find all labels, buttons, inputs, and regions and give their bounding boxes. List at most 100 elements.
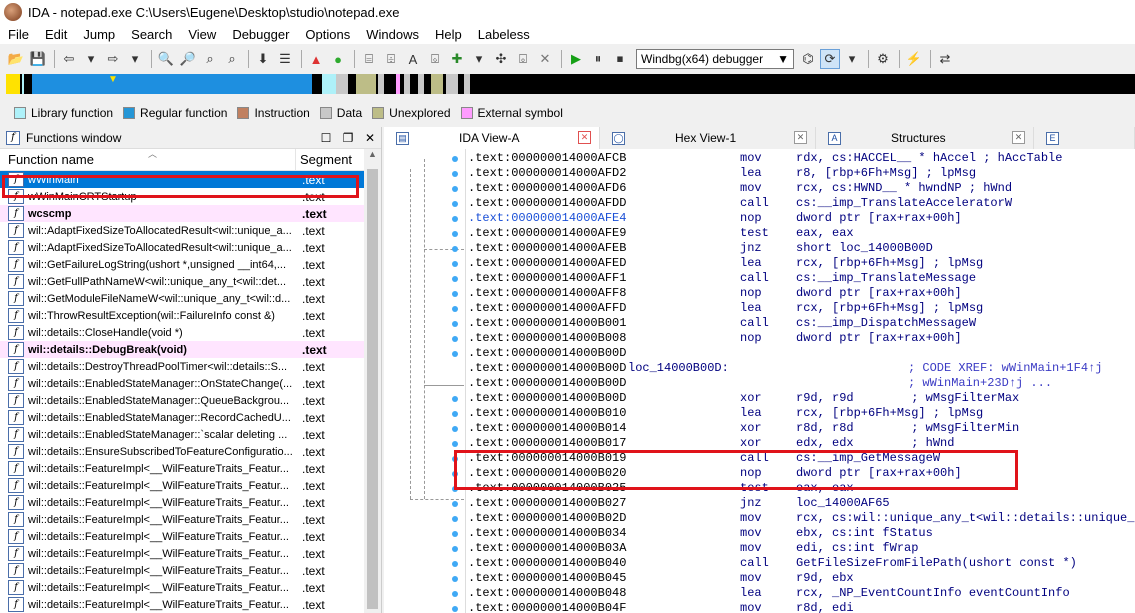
- scroll-up-icon[interactable]: ▲: [364, 149, 381, 166]
- code-line[interactable]: .text:000000014000AFE4 nop dword ptr [rax+…: [468, 211, 962, 226]
- function-row[interactable]: f wil::details::FeatureImpl<__WilFeatureT…: [0, 494, 381, 511]
- breakpoint-dot[interactable]: [452, 501, 458, 507]
- close-icon[interactable]: ✕: [359, 131, 381, 145]
- code-line[interactable]: .text:000000014000AFE9 test eax, eax: [468, 226, 854, 241]
- column-segment[interactable]: Segment: [296, 152, 358, 167]
- function-row[interactable]: f wil::GetFullPathNameW<wil::unique_any_t…: [0, 273, 381, 290]
- function-row[interactable]: f wil::details::FeatureImpl<__WilFeatureT…: [0, 562, 381, 579]
- add-dropdown-icon[interactable]: ▾: [469, 49, 489, 69]
- breakpoint-dot[interactable]: [452, 606, 458, 612]
- function-row[interactable]: f wil::details::EnabledStateManager::`sca…: [0, 426, 381, 443]
- breakpoint-dot[interactable]: [452, 291, 458, 297]
- function-row[interactable]: f wil::details::FeatureImpl<__WilFeatureT…: [0, 579, 381, 596]
- pause-icon[interactable]: ⏸: [588, 49, 608, 69]
- jump-list-icon[interactable]: ☰: [275, 49, 295, 69]
- breakpoint-dot[interactable]: [452, 186, 458, 192]
- breakpoint-dot[interactable]: [452, 306, 458, 312]
- code-line[interactable]: .text:000000014000AFCB mov rdx, cs:HACCEL_…: [468, 151, 1062, 166]
- back-dropdown-icon[interactable]: ▾: [81, 49, 101, 69]
- code-line[interactable]: .text:000000014000B03A mov edi, cs:int fWr…: [468, 541, 918, 556]
- code-line[interactable]: .text:000000014000B04F mov r8d, edi: [468, 601, 854, 613]
- code-line[interactable]: .text:000000014000B00D xor r9d, r9d ; wMsg…: [468, 391, 1019, 406]
- function-row[interactable]: f wil::details::DebugBreak(void) .text: [0, 341, 381, 358]
- sync-icon[interactable]: ⇄: [935, 49, 955, 69]
- breakpoint-dot[interactable]: [452, 276, 458, 282]
- node-icon[interactable]: ✣: [491, 49, 511, 69]
- code-line[interactable]: .text:000000014000B045 mov r9d, ebx: [468, 571, 854, 586]
- scroll-thumb[interactable]: [367, 169, 378, 609]
- search-text-icon[interactable]: 🔎: [178, 49, 198, 69]
- function-row[interactable]: f wcscmp .text: [0, 205, 381, 222]
- code-line[interactable]: .text:000000014000B02D mov rcx, cs:wil::un…: [468, 511, 1135, 526]
- function-row[interactable]: f wil::details::DestroyThreadPoolTimer<wi…: [0, 358, 381, 375]
- code-line[interactable]: .text:000000014000B001 call cs:__imp_Dispa…: [468, 316, 976, 331]
- tab-hex-view-1[interactable]: ◯ Hex View-1 ✕: [600, 127, 816, 149]
- breakpoint-dot[interactable]: [452, 216, 458, 222]
- close-icon[interactable]: ✕: [794, 131, 807, 144]
- navigation-band[interactable]: [6, 74, 1135, 94]
- add-icon[interactable]: ✚: [447, 49, 467, 69]
- function-row[interactable]: f wil::details::FeatureImpl<__WilFeatureT…: [0, 460, 381, 477]
- function-row[interactable]: f wil::details::EnabledStateManager::Reco…: [0, 409, 381, 426]
- ida-view-disassembly[interactable]: .text:000000014000AFCB mov rdx, cs:HACCEL_…: [384, 149, 1135, 613]
- breakpoint-dot[interactable]: [452, 246, 458, 252]
- breakpoint-dot[interactable]: [452, 531, 458, 537]
- function-row[interactable]: f wil::GetModuleFileNameW<wil::unique_any…: [0, 290, 381, 307]
- breakpoint-dot[interactable]: [452, 441, 458, 447]
- restore-icon[interactable]: ❐: [337, 131, 359, 145]
- gear-icon[interactable]: ⚙: [873, 49, 893, 69]
- tab-ida-view-a[interactable]: ▤ IDA View-A ✕: [384, 127, 600, 149]
- code-line[interactable]: .text:000000014000AFFD lea rcx, [rbp+6Fh+M…: [468, 301, 983, 316]
- breakpoint-dot[interactable]: [452, 426, 458, 432]
- code-line[interactable]: .text:000000014000B048 lea rcx, _NP_EventC…: [468, 586, 1070, 601]
- code-line[interactable]: .text:000000014000B027 jnz loc_14000AF65: [468, 496, 890, 511]
- breakpoint-dot[interactable]: [452, 411, 458, 417]
- search-immediate-icon[interactable]: ⌕: [200, 49, 220, 69]
- code-line[interactable]: .text:000000014000B014 xor r8d, r8d ; wMsg…: [468, 421, 1019, 436]
- function-row[interactable]: f wil::ThrowResultException(wil::FailureI…: [0, 307, 381, 324]
- warning-icon[interactable]: ▲: [306, 49, 326, 69]
- code-line[interactable]: .text:000000014000AFED lea rcx, [rbp+6Fh+M…: [468, 256, 983, 271]
- menu-debugger[interactable]: Debugger: [224, 27, 297, 42]
- breakpoint-dot[interactable]: [452, 591, 458, 597]
- function-row[interactable]: f wil::details::EnabledStateManager::OnSt…: [0, 375, 381, 392]
- breakpoint-dot[interactable]: [452, 546, 458, 552]
- code-line[interactable]: .text:000000014000B010 lea rcx, [rbp+6Fh+M…: [468, 406, 983, 421]
- maximize-icon[interactable]: ☐: [315, 131, 337, 145]
- code-line[interactable]: .text:000000014000AFD2 lea r8, [rbp+6Fh+Ms…: [468, 166, 976, 181]
- patch-icon[interactable]: ⌻: [513, 49, 533, 69]
- function-row[interactable]: f wil::details::FeatureImpl<__WilFeatureT…: [0, 528, 381, 545]
- jump-down-icon[interactable]: ⬇: [253, 49, 273, 69]
- function-row[interactable]: f wil::details::EnabledStateManager::Queu…: [0, 392, 381, 409]
- code-line[interactable]: .text:000000014000B034 mov ebx, cs:int fSt…: [468, 526, 933, 541]
- function-row[interactable]: f wil::details::FeatureImpl<__WilFeatureT…: [0, 477, 381, 494]
- green-circle-icon[interactable]: ●: [328, 49, 348, 69]
- function-row[interactable]: f wil::AdaptFixedSizeToAllocatedResult<wi…: [0, 222, 381, 239]
- breakpoint-dot[interactable]: [452, 336, 458, 342]
- function-row[interactable]: f wil::GetFailureLogString(ushort *,unsig…: [0, 256, 381, 273]
- start-debugger-icon[interactable]: ▶: [566, 49, 586, 69]
- menu-jump[interactable]: Jump: [75, 27, 123, 42]
- stop-icon[interactable]: ⏹: [610, 49, 630, 69]
- menu-options[interactable]: Options: [297, 27, 358, 42]
- close-icon[interactable]: ✕: [1012, 131, 1025, 144]
- code-line[interactable]: .text:000000014000B00D ; wWinMain+23D↑j .…: [468, 376, 1052, 391]
- code-line[interactable]: .text:000000014000B00D: [468, 346, 626, 361]
- close-icon[interactable]: ✕: [578, 131, 591, 144]
- forward-arrow-icon[interactable]: ⇨: [103, 49, 123, 69]
- dropdown-icon[interactable]: ▾: [842, 49, 862, 69]
- attach-icon[interactable]: ⟳: [820, 49, 840, 69]
- tab-structures[interactable]: A Structures ✕: [816, 127, 1034, 149]
- menu-labeless[interactable]: Labeless: [470, 27, 538, 42]
- code-line[interactable]: .text:000000014000B00D loc_14000B00D: ; CO…: [468, 361, 1102, 376]
- forward-dropdown-icon[interactable]: ▾: [125, 49, 145, 69]
- function-row[interactable]: f wil::details::EnsureSubscribedToFeature…: [0, 443, 381, 460]
- code-line[interactable]: .text:000000014000AFEB jnz short loc_14000…: [468, 241, 933, 256]
- breakpoint-dot[interactable]: [452, 351, 458, 357]
- save-icon[interactable]: 💾: [28, 49, 48, 69]
- breakpoint-dot[interactable]: [452, 576, 458, 582]
- menu-help[interactable]: Help: [427, 27, 470, 42]
- code-line[interactable]: .text:000000014000AFF8 nop dword ptr [rax+…: [468, 286, 962, 301]
- function-row[interactable]: f wil::details::FeatureImpl<__WilFeatureT…: [0, 545, 381, 562]
- breakpoint-dot[interactable]: [452, 171, 458, 177]
